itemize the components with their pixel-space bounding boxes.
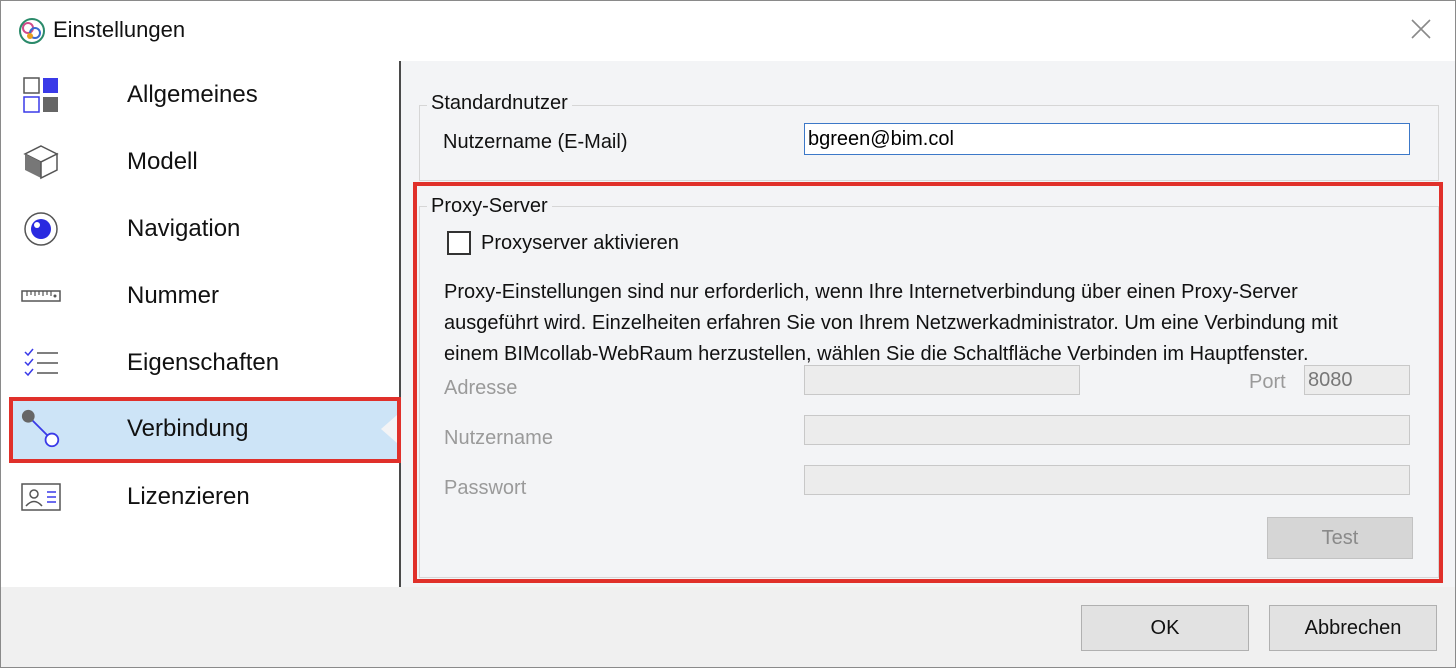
sidebar-item-verbindung[interactable]: Verbindung: [9, 397, 401, 463]
sidebar-item-eigenschaften[interactable]: Eigenschaften: [9, 331, 401, 395]
checklist-icon: [21, 345, 61, 381]
eye-target-icon: [21, 211, 61, 247]
sidebar-item-navigation[interactable]: Navigation: [9, 197, 401, 261]
standard-user-legend: Standardnutzer: [427, 92, 572, 115]
active-item-notch: [381, 415, 397, 443]
sidebar-item-nummer[interactable]: Nummer: [9, 264, 401, 328]
close-button[interactable]: [1401, 13, 1441, 49]
sidebar-item-modell[interactable]: Modell: [9, 130, 401, 194]
cancel-button[interactable]: Abbrechen: [1269, 605, 1437, 651]
sidebar-item-label: Navigation: [127, 215, 241, 242]
sidebar-item-label: Nummer: [127, 282, 220, 309]
settings-window: Einstellungen Allgemeines Modell Navigat…: [0, 0, 1456, 668]
bimcollab-app-icon: [17, 16, 47, 46]
username-email-input[interactable]: [804, 123, 1410, 155]
sidebar-item-lizenzieren[interactable]: Lizenzieren: [9, 465, 401, 529]
sidebar-item-label: Lizenzieren: [127, 483, 250, 510]
connection-icon: [21, 409, 61, 448]
ok-button[interactable]: OK: [1081, 605, 1249, 651]
window-title: Einstellungen: [53, 17, 186, 42]
sidebar-item-allgemeines[interactable]: Allgemeines: [9, 63, 401, 127]
sidebar-item-label: Allgemeines: [127, 81, 258, 108]
grid-tiles-icon: [21, 77, 61, 113]
proxy-highlight-box: [413, 182, 1443, 583]
title-bar: Einstellungen: [1, 1, 1455, 61]
sidebar-item-label: Modell: [127, 148, 198, 175]
sidebar-item-label: Verbindung: [127, 415, 249, 442]
username-label: Nutzername (E-Mail): [443, 131, 628, 153]
ruler-icon: [21, 278, 61, 314]
cube-icon: [21, 144, 61, 180]
close-icon: [1410, 18, 1432, 45]
sidebar-item-label: Eigenschaften: [127, 349, 280, 376]
id-card-icon: [21, 479, 61, 515]
